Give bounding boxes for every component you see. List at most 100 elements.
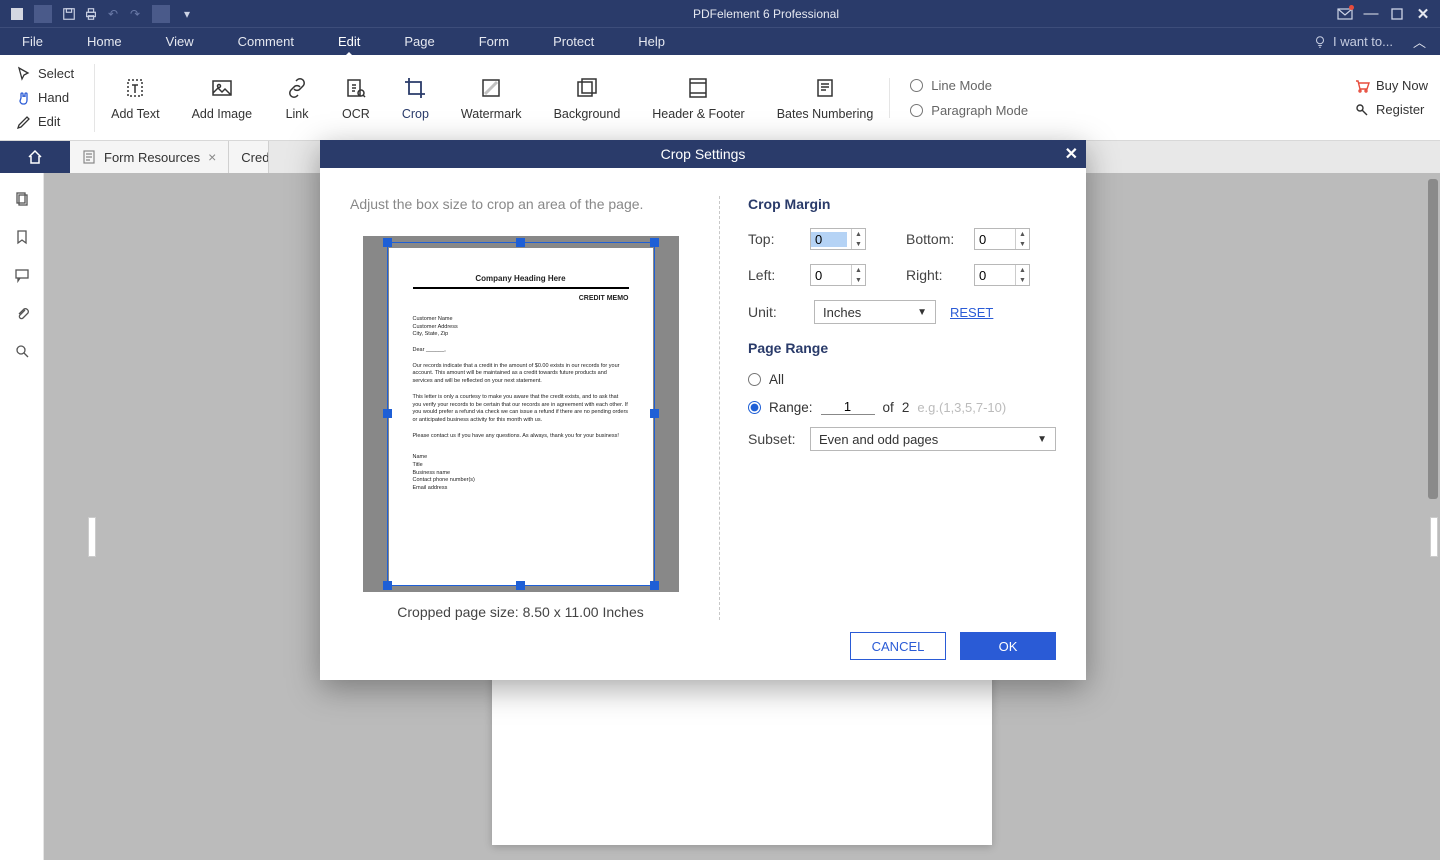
search-icon[interactable] (12, 341, 32, 361)
cropped-size-text: Cropped page size: 8.50 x 11.00 Inches (350, 604, 691, 620)
menu-edit[interactable]: Edit (316, 28, 382, 56)
crop-selection-box[interactable] (387, 242, 655, 586)
expand-left-handle[interactable] (88, 517, 96, 557)
spin-up-icon[interactable]: ▲ (852, 265, 865, 275)
spin-down-icon[interactable]: ▼ (1016, 239, 1029, 249)
crop-preview[interactable]: Company Heading Here CREDIT MEMO Custome… (363, 236, 679, 592)
subset-select[interactable]: Even and odd pages▼ (810, 427, 1056, 451)
crop-icon (402, 75, 428, 101)
top-input-box[interactable]: ▲▼ (810, 228, 866, 250)
right-input-box[interactable]: ▲▼ (974, 264, 1030, 286)
spin-up-icon[interactable]: ▲ (852, 229, 865, 239)
top-input[interactable] (811, 232, 847, 247)
dialog-close-icon[interactable]: ✕ (1065, 144, 1078, 164)
menu-protect[interactable]: Protect (531, 28, 616, 56)
subset-label: Subset: (748, 431, 800, 447)
tool-hand[interactable]: Hand (12, 88, 78, 108)
thumbnails-icon[interactable] (12, 189, 32, 209)
i-want-to[interactable]: I want to... (1313, 34, 1413, 49)
maximize-icon[interactable] (1388, 5, 1406, 23)
paragraph-mode-radio[interactable] (910, 104, 923, 117)
undo-icon[interactable]: ↶ (104, 5, 122, 23)
tool-label: Watermark (461, 107, 522, 121)
menu-file[interactable]: File (0, 28, 65, 56)
tool-edit[interactable]: Edit (12, 112, 78, 132)
tool-crop[interactable]: Crop (386, 75, 445, 121)
tool-select[interactable]: Select (12, 64, 78, 84)
menu-help[interactable]: Help (616, 28, 687, 56)
tool-ocr[interactable]: OCR (326, 75, 386, 121)
crop-handle-se[interactable] (650, 581, 659, 590)
ok-label: OK (999, 639, 1018, 654)
minimize-icon[interactable]: — (1362, 5, 1380, 23)
cancel-label: CANCEL (872, 639, 925, 654)
spin-down-icon[interactable]: ▼ (852, 275, 865, 285)
tool-bates[interactable]: Bates Numbering (761, 75, 890, 121)
collapse-ribbon-icon[interactable]: ︿ (1413, 32, 1440, 51)
menu-view[interactable]: View (144, 28, 216, 56)
close-icon[interactable]: ✕ (1414, 5, 1432, 23)
crop-handle-n[interactable] (516, 238, 525, 247)
crop-handle-e[interactable] (650, 409, 659, 418)
home-tab-button[interactable] (0, 141, 70, 173)
tab-close-icon[interactable]: × (208, 149, 216, 165)
left-input[interactable] (811, 268, 847, 283)
print-icon[interactable] (82, 5, 100, 23)
crop-handle-sw[interactable] (383, 581, 392, 590)
left-input-box[interactable]: ▲▼ (810, 264, 866, 286)
mode-line[interactable]: Line Mode (910, 78, 1028, 93)
crop-handle-s[interactable] (516, 581, 525, 590)
reset-link[interactable]: RESET (950, 305, 993, 320)
save-icon[interactable] (60, 5, 78, 23)
menu-page[interactable]: Page (382, 28, 456, 56)
tool-watermark[interactable]: Watermark (445, 75, 538, 121)
tool-header-footer[interactable]: Header & Footer (636, 75, 760, 121)
mode-paragraph[interactable]: Paragraph Mode (910, 103, 1028, 118)
unit-select[interactable]: Inches▼ (814, 300, 936, 324)
bottom-input[interactable] (975, 232, 1011, 247)
comments-icon[interactable] (12, 265, 32, 285)
tool-background[interactable]: Background (538, 75, 637, 121)
range-all-row[interactable]: All (748, 372, 1056, 387)
spin-down-icon[interactable]: ▼ (852, 239, 865, 249)
spin-up-icon[interactable]: ▲ (1016, 265, 1029, 275)
cancel-button[interactable]: CANCEL (850, 632, 946, 660)
spin-down-icon[interactable]: ▼ (1016, 275, 1029, 285)
buy-now-button[interactable]: Buy Now (1354, 78, 1428, 94)
bottom-input-box[interactable]: ▲▼ (974, 228, 1030, 250)
range-all-radio[interactable] (748, 373, 761, 386)
crop-handle-nw[interactable] (383, 238, 392, 247)
tab-form-resources[interactable]: Form Resources × (70, 141, 229, 173)
ocr-icon (343, 75, 369, 101)
tool-add-image[interactable]: Add Image (176, 75, 268, 121)
range-custom-radio[interactable] (748, 401, 761, 414)
mail-icon[interactable] (1336, 5, 1354, 23)
tool-label: Crop (402, 107, 429, 121)
bookmarks-icon[interactable] (12, 227, 32, 247)
tool-label: Header & Footer (652, 107, 744, 121)
right-input[interactable] (975, 268, 1011, 283)
crop-handle-ne[interactable] (650, 238, 659, 247)
range-custom-row[interactable]: Range: of 2 e.g.(1,3,5,7-10) (748, 399, 1056, 415)
crop-handle-w[interactable] (383, 409, 392, 418)
spin-up-icon[interactable]: ▲ (1016, 229, 1029, 239)
register-button[interactable]: Register (1354, 102, 1424, 118)
menu-comment[interactable]: Comment (216, 28, 316, 56)
expand-right-handle[interactable] (1430, 517, 1438, 557)
range-example: e.g.(1,3,5,7-10) (917, 400, 1006, 415)
tab-second[interactable]: Cred (229, 141, 269, 173)
tool-link[interactable]: Link (268, 75, 326, 121)
qat-dropdown-icon[interactable]: ▾ (178, 5, 196, 23)
redo-icon[interactable]: ↷ (126, 5, 144, 23)
menu-home[interactable]: Home (65, 28, 144, 56)
tool-hand-label: Hand (38, 90, 69, 105)
ok-button[interactable]: OK (960, 632, 1056, 660)
vertical-scrollbar[interactable] (1428, 179, 1438, 499)
tool-add-text[interactable]: Add Text (95, 75, 175, 121)
line-mode-radio[interactable] (910, 79, 923, 92)
menu-bar: File Home View Comment Edit Page Form Pr… (0, 27, 1440, 55)
attachments-icon[interactable] (12, 303, 32, 323)
menu-form[interactable]: Form (457, 28, 531, 56)
app-title: PDFelement 6 Professional (204, 7, 1328, 21)
range-input[interactable] (821, 399, 875, 415)
